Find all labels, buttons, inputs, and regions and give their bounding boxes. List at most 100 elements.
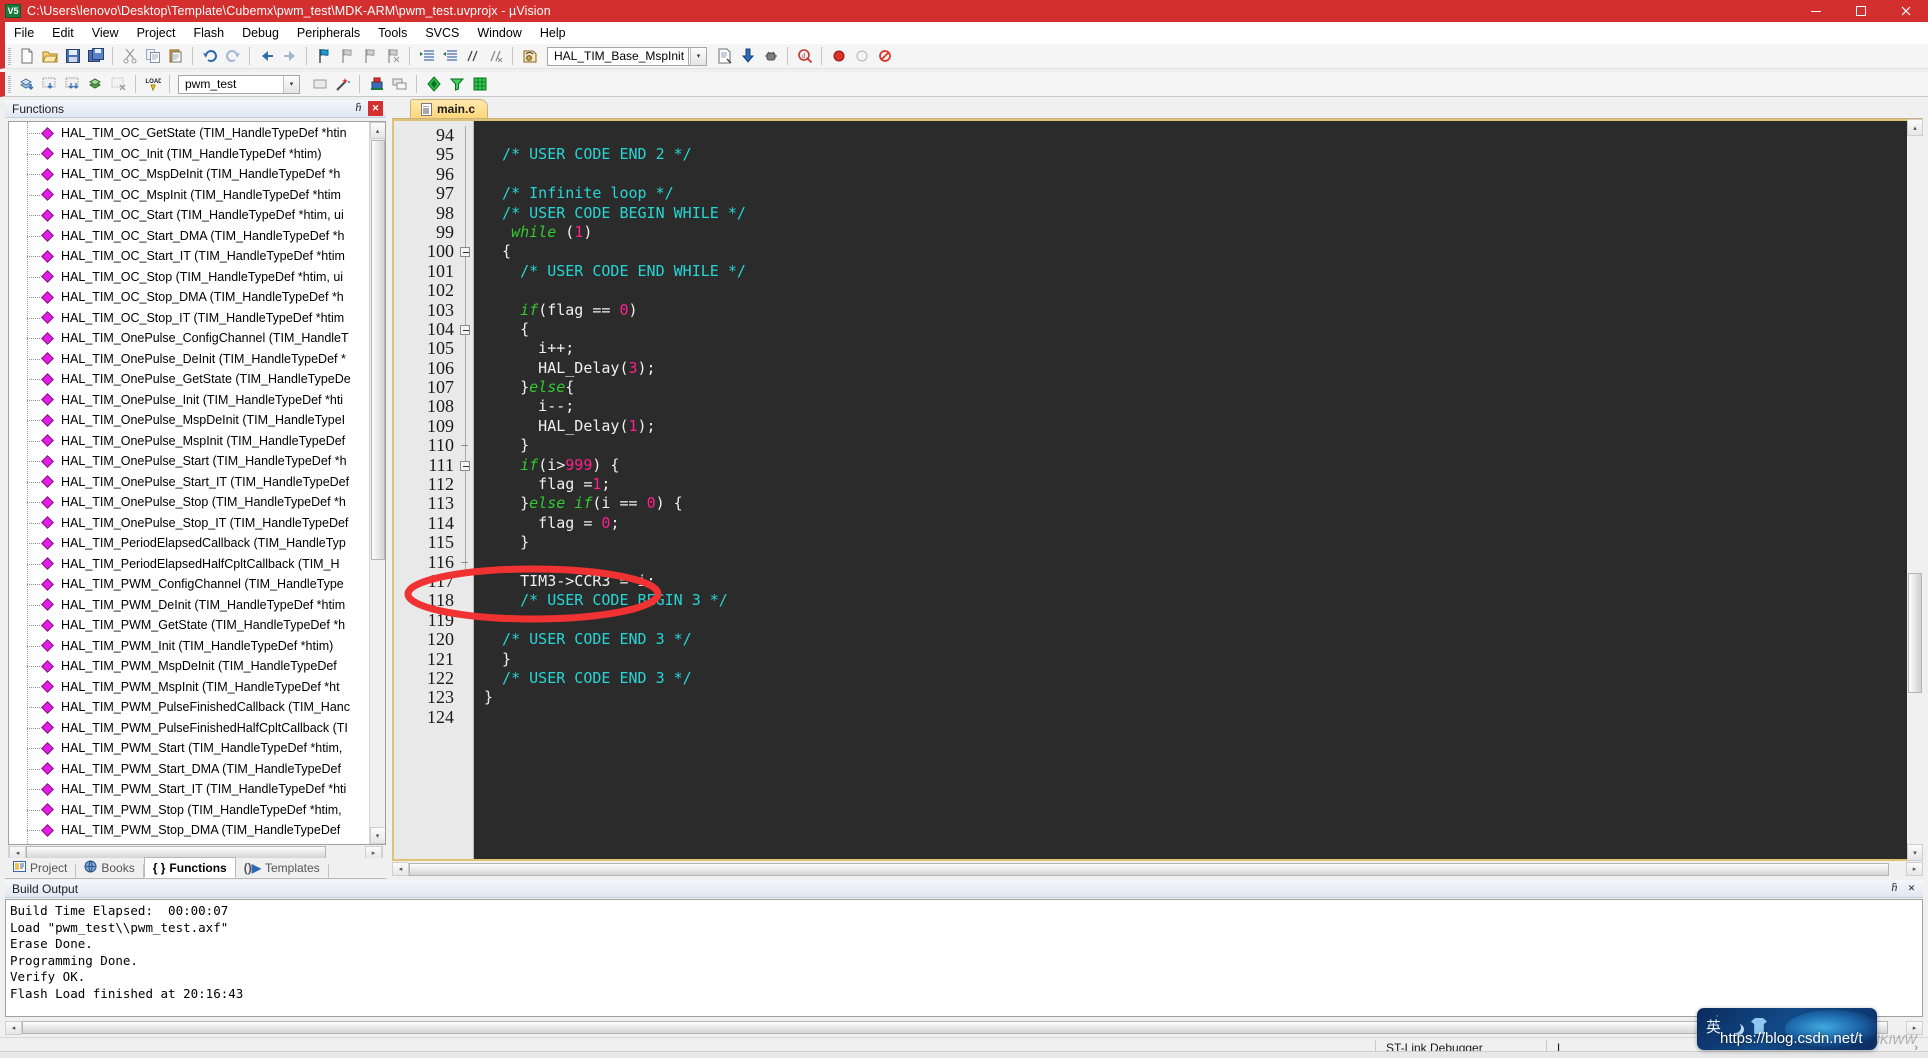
menu-peripherals[interactable]: Peripherals [288, 24, 369, 42]
functions-list-item[interactable]: HAL_TIM_PWM_PulseFinishedCallback (TIM_H… [9, 697, 369, 718]
fold-row[interactable] [458, 572, 473, 591]
code-line[interactable] [484, 708, 1921, 727]
function-combo-arrow[interactable]: ▾ [689, 46, 707, 66]
fold-row[interactable] [458, 688, 473, 707]
fold-row[interactable] [458, 514, 473, 533]
code-line[interactable]: TIM3->CCR3 = i; [484, 572, 1921, 591]
menu-file[interactable]: File [5, 24, 43, 42]
functions-list-item[interactable]: HAL_TIM_PWM_Stop_DMA (TIM_HandleTypeDef [9, 820, 369, 841]
scroll-up-button[interactable]: ▴ [369, 122, 385, 139]
functions-list[interactable]: HAL_TIM_OC_GetState (TIM_HandleTypeDef *… [9, 122, 369, 844]
code-line[interactable]: flag = 0; [484, 514, 1921, 533]
menu-project[interactable]: Project [128, 24, 185, 42]
code-line[interactable]: i++; [484, 339, 1921, 358]
code-line[interactable]: HAL_Delay(1); [484, 417, 1921, 436]
code-line[interactable] [484, 553, 1921, 572]
functions-list-item[interactable]: HAL_TIM_OnePulse_GetState (TIM_HandleTyp… [9, 369, 369, 390]
find-in-files-icon[interactable]: d [793, 45, 816, 67]
menu-tools[interactable]: Tools [369, 24, 416, 42]
code-line[interactable]: i--; [484, 397, 1921, 416]
code-line[interactable]: /* Infinite loop */ [484, 184, 1921, 203]
tab-project[interactable]: Project [5, 857, 75, 878]
scroll-up-button[interactable]: ▴ [1907, 119, 1923, 136]
function-combo[interactable]: HAL_TIM_Base_MspInit [547, 46, 689, 66]
code-line[interactable]: { [484, 320, 1921, 339]
build-icon[interactable] [38, 73, 61, 95]
editor-horizontal-scrollbar[interactable]: ◂ ▸ [392, 861, 1923, 877]
fold-row[interactable] [458, 223, 473, 242]
functions-list-item[interactable]: HAL_TIM_PWM_Init (TIM_HandleTypeDef *hti… [9, 636, 369, 657]
insert-file-icon[interactable] [713, 45, 736, 67]
close-button[interactable] [1883, 0, 1928, 22]
fold-row[interactable] [458, 417, 473, 436]
tab-templates[interactable]: ()▶ Templates [236, 857, 328, 878]
build-output-horizontal-scrollbar[interactable]: ◂ ▸ [5, 1019, 1923, 1036]
project-combo[interactable]: pwm_test ▾ [178, 74, 300, 94]
code-line[interactable]: } [484, 650, 1921, 669]
comment-icon[interactable] [461, 45, 484, 67]
menu-svcs[interactable]: SVCS [416, 24, 468, 42]
code-folding-bar[interactable] [458, 121, 474, 859]
functions-list-item[interactable]: HAL_TIM_OC_GetState (TIM_HandleTypeDef *… [9, 123, 369, 144]
code-line[interactable]: /* USER CODE BEGIN 3 */ [484, 591, 1921, 610]
code-line[interactable] [484, 165, 1921, 184]
close-icon[interactable]: ✕ [1904, 881, 1919, 896]
rebuild-icon[interactable] [61, 73, 84, 95]
functions-list-item[interactable]: HAL_TIM_PWM_PulseFinishedHalfCpltCallbac… [9, 718, 369, 739]
stop-build-icon[interactable] [107, 73, 130, 95]
multi-project-icon[interactable] [388, 73, 411, 95]
code-line[interactable]: }else if(i == 0) { [484, 494, 1921, 513]
code-line[interactable]: if(i>999) { [484, 456, 1921, 475]
breakpoint-insert-icon[interactable] [827, 45, 850, 67]
fold-row[interactable] [458, 320, 473, 339]
code-line[interactable] [484, 281, 1921, 300]
functions-list-item[interactable]: HAL_TIM_OnePulse_DeInit (TIM_HandleTypeD… [9, 349, 369, 370]
fold-row[interactable] [458, 126, 473, 145]
tab-functions[interactable]: { } Functions [143, 857, 236, 878]
download-icon[interactable] [736, 45, 759, 67]
functions-list-item[interactable]: HAL_TIM_OC_Start (TIM_HandleTypeDef *hti… [9, 205, 369, 226]
functions-list-item[interactable]: HAL_TIM_PWM_Start_IT (TIM_HandleTypeDef … [9, 779, 369, 800]
pin-icon[interactable]: ⴌ [1887, 881, 1902, 896]
function-browse-icon[interactable] [518, 45, 541, 67]
fold-row[interactable] [458, 611, 473, 630]
breakpoint-disable-icon[interactable] [850, 45, 873, 67]
code-line[interactable]: } [484, 688, 1921, 707]
code-line[interactable]: flag =1; [484, 475, 1921, 494]
magic-wand-icon[interactable] [331, 73, 354, 95]
fold-row[interactable] [458, 650, 473, 669]
functions-list-item[interactable]: HAL_TIM_OnePulse_Start (TIM_HandleTypeDe… [9, 451, 369, 472]
fold-row[interactable] [458, 281, 473, 300]
functions-list-item[interactable]: HAL_TIM_PWM_DeInit (TIM_HandleTypeDef *h… [9, 595, 369, 616]
functions-list-item[interactable]: HAL_TIM_OnePulse_Start_IT (TIM_HandleTyp… [9, 472, 369, 493]
functions-list-item[interactable]: HAL_TIM_PWM_Start (TIM_HandleTypeDef *ht… [9, 738, 369, 759]
fold-row[interactable] [458, 242, 473, 261]
uncomment-icon[interactable] [484, 45, 507, 67]
fold-row[interactable] [458, 533, 473, 552]
fold-row[interactable] [458, 378, 473, 397]
functions-list-item[interactable]: HAL_TIM_OC_Init (TIM_HandleTypeDef *htim… [9, 144, 369, 165]
bookmark-clear-icon[interactable] [381, 45, 404, 67]
bookmark-toggle-icon[interactable] [312, 45, 335, 67]
code-line[interactable] [484, 126, 1921, 145]
tab-books[interactable]: Books [76, 857, 142, 878]
toolbar-grip[interactable] [8, 75, 11, 93]
redo-icon[interactable] [221, 45, 244, 67]
bookmark-next-icon[interactable] [358, 45, 381, 67]
code-line[interactable]: }else{ [484, 378, 1921, 397]
functions-list-item[interactable]: HAL_TIM_OC_Stop_DMA (TIM_HandleTypeDef *… [9, 287, 369, 308]
functions-list-item[interactable]: HAL_TIM_OnePulse_ConfigChannel (TIM_Hand… [9, 328, 369, 349]
target-options-icon[interactable] [308, 73, 331, 95]
functions-list-item[interactable]: HAL_TIM_PWM_Start_DMA (TIM_HandleTypeDef [9, 759, 369, 780]
code-content[interactable]: /* USER CODE END 2 */ /* Infinite loop *… [474, 121, 1921, 859]
toolbar-grip[interactable] [8, 47, 11, 65]
fold-row[interactable] [458, 339, 473, 358]
fold-row[interactable] [458, 397, 473, 416]
fold-row[interactable] [458, 494, 473, 513]
minimize-button[interactable] [1793, 0, 1838, 22]
code-line[interactable]: } [484, 436, 1921, 455]
navigate-back-icon[interactable] [255, 45, 278, 67]
code-line[interactable]: { [484, 242, 1921, 261]
fold-row[interactable] [458, 204, 473, 223]
functions-vertical-scrollbar[interactable]: ▴ ▾ [369, 122, 385, 844]
